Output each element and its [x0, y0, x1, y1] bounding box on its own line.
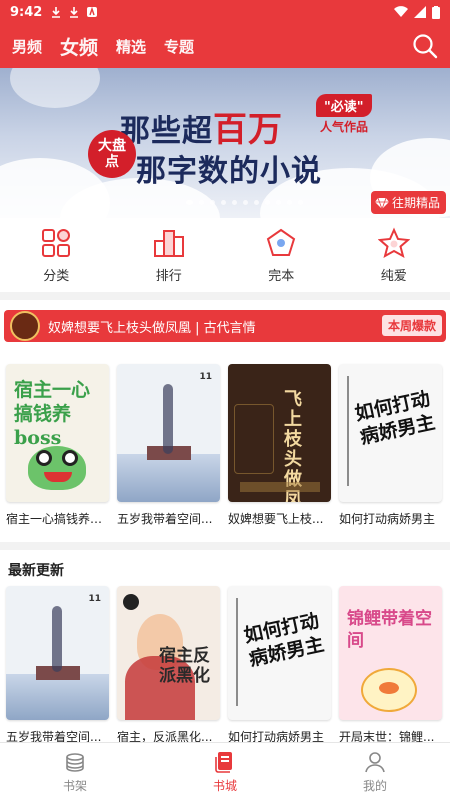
app-header: 9:42 男频 女频 精选 专题 [0, 0, 450, 68]
book-cover: 如何打动病娇男主 [339, 364, 442, 502]
quick-entry-label: 纯爱 [380, 268, 407, 284]
status-bar: 9:42 [0, 0, 450, 24]
book-title: 奴婢想要飞上枝... [228, 512, 324, 526]
banner-circle-badge: 大盘点 [88, 130, 136, 178]
banner-headline-2: 那字数的小说 [136, 154, 322, 189]
bookstore-icon [215, 751, 232, 773]
book-cover: 宿主一心搞钱养boss [6, 364, 109, 502]
carousel-dots [186, 200, 303, 205]
nav-bookstore[interactable]: 书城 [150, 743, 300, 800]
book-card[interactable]: 锦鲤带着空间 开局末世：锦鲤... [339, 586, 442, 745]
banner-popular: 人气作品 [320, 120, 369, 134]
book-title: 如何打动病娇男主 [339, 512, 436, 526]
cover-title: 锦鲤带着空间 [347, 609, 432, 651]
tab-male[interactable]: 男频 [12, 36, 42, 57]
cloud-decoration [10, 68, 100, 108]
nav-bookshelf[interactable]: 书架 [0, 743, 150, 800]
book-cover: 11 [6, 586, 109, 720]
battery-icon [432, 5, 440, 19]
quick-entry-pure-love[interactable]: 纯爱 [338, 218, 450, 292]
search-icon[interactable] [412, 33, 438, 59]
cover-title: 宿主一心搞钱养boss [14, 379, 91, 449]
latest-updates-section: 最新更新 11 五岁我带着空间... 宿主反派黑化 宿主，反派黑化... 如何打… [0, 542, 450, 745]
download-icon [70, 7, 79, 18]
bottom-nav: 书架 书城 我的 [0, 742, 450, 800]
palace-illustration [6, 674, 109, 720]
cover-title: 宿主反派黑化 [159, 646, 210, 686]
recommend-row: 宿主一心搞钱养boss 宿主一心搞钱养b... 11 五岁我带着空间... 飞上… [0, 352, 450, 542]
book-card[interactable]: 11 五岁我带着空间... [117, 364, 220, 527]
nav-profile[interactable]: 我的 [300, 743, 450, 800]
book-cover: 11 [117, 364, 220, 502]
nav-label: 书架 [62, 778, 87, 793]
book-cover: 宿主反派黑化 [117, 586, 220, 720]
banner-must-read: "必读" [316, 94, 372, 117]
quick-entry-label: 完本 [268, 268, 295, 284]
pentagon-icon [267, 228, 296, 256]
book-cover: 如何打动病娇男主 [228, 586, 331, 720]
hot-book-title: 奴婢想要飞上枝头做凤凰 | 古代言情 [48, 320, 256, 336]
bookshelf-icon [66, 752, 84, 772]
wifi-icon [394, 6, 408, 18]
diamond-icon [374, 197, 389, 210]
book-card[interactable]: 宿主反派黑化 宿主，反派黑化... [117, 586, 220, 745]
palace-illustration [117, 454, 220, 502]
weekly-hot-banner[interactable]: 奴婢想要飞上枝头做凤凰 | 古代言情 本周爆款 [4, 310, 446, 342]
tab-female[interactable]: 女频 [60, 33, 98, 60]
status-time: 9:42 [10, 4, 43, 20]
book-cover: 锦鲤带着空间 [339, 586, 442, 720]
grid-icon [42, 228, 71, 257]
quick-entry-category[interactable]: 分类 [0, 218, 113, 292]
nav-label: 书城 [212, 778, 237, 793]
download-icon [52, 7, 61, 18]
banner-headline-1: 那些超百万 [120, 110, 283, 150]
book-cover: 飞上枝头做凤凰 [228, 364, 331, 502]
book-card[interactable]: 如何打动病娇男主 如何打动病娇男主 [339, 364, 442, 527]
top-tab-bar: 男频 女频 精选 专题 [0, 24, 450, 68]
cover-title: 如何打动病娇男主 [353, 387, 437, 449]
app-notification-icon [87, 6, 98, 17]
weekly-hot-section: 奴婢想要飞上枝头做凤凰 | 古代言情 本周爆款 [0, 300, 450, 352]
cover-title: 如何打动病娇男主 [242, 609, 326, 671]
book-avatar [10, 311, 40, 341]
past-picks-button[interactable]: 往期精品 [370, 191, 446, 214]
ornament-illustration [234, 404, 274, 474]
profile-icon [365, 751, 385, 772]
book-card[interactable]: 11 五岁我带着空间... [6, 586, 109, 745]
signal-icon [414, 6, 426, 18]
nav-label: 我的 [362, 778, 387, 793]
tab-topics[interactable]: 专题 [164, 36, 194, 57]
quick-entry-completed[interactable]: 完本 [225, 218, 338, 292]
quick-entries: 分类 排行 完本 纯爱 [0, 218, 450, 292]
quick-entry-label: 排行 [155, 268, 182, 284]
quick-entry-rank[interactable]: 排行 [113, 218, 226, 292]
section-title: 最新更新 [8, 563, 64, 579]
book-card[interactable]: 宿主一心搞钱养boss 宿主一心搞钱养b... [6, 364, 109, 527]
book-title: 五岁我带着空间... [117, 512, 213, 526]
past-picks-label: 往期精品 [391, 196, 440, 210]
book-card[interactable]: 飞上枝头做凤凰 奴婢想要飞上枝... [228, 364, 331, 527]
star-icon [377, 227, 410, 258]
system-icons [394, 5, 440, 19]
book-title: 宿主一心搞钱养b... [6, 512, 109, 526]
promo-banner[interactable]: 那些超百万 那字数的小说 大盘点 "必读" 人气作品 往期精品 [0, 68, 450, 218]
tab-featured[interactable]: 精选 [116, 36, 146, 57]
hot-tag: 本周爆款 [381, 315, 442, 336]
notification-icons [50, 6, 98, 18]
quick-entry-label: 分类 [43, 268, 70, 284]
book-card[interactable]: 如何打动病娇男主 如何打动病娇男主 [228, 586, 331, 745]
rank-icon [153, 229, 184, 257]
